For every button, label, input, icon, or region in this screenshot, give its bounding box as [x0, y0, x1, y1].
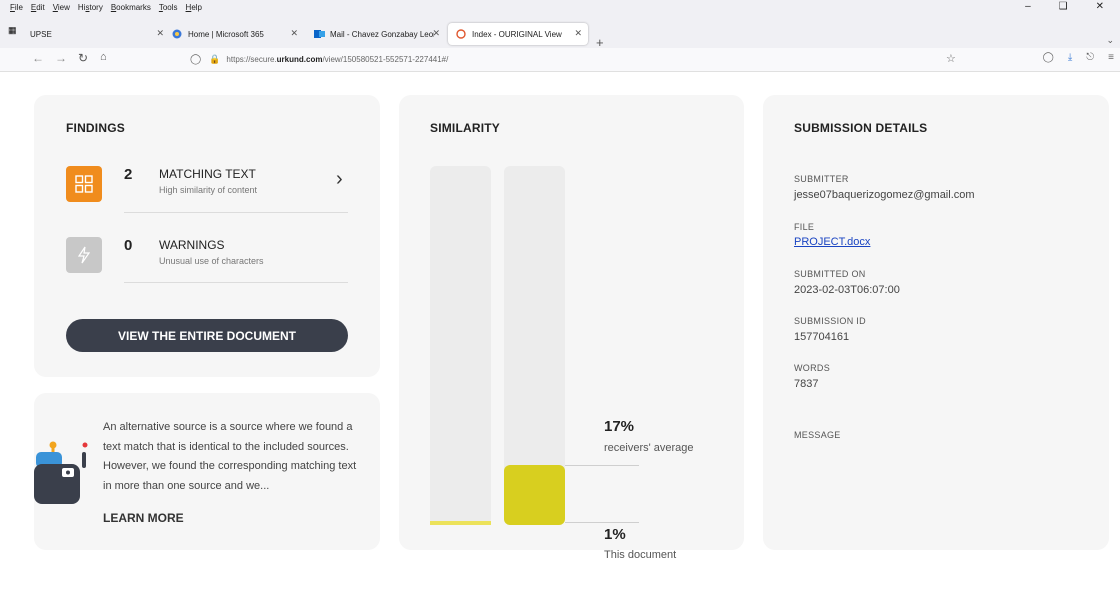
- submitter-value: jesse07baquerizogomez@gmail.com: [794, 189, 975, 201]
- matching-text-sub: High similarity of content: [159, 185, 258, 195]
- lightning-icon: [77, 246, 91, 264]
- navigation-bar: ← → ↻ ⌂ ◯ 🔒 https://secure.urkund.com/vi…: [0, 48, 1120, 72]
- tab-ouriginal[interactable]: Index - OURIGINAL View ✕: [448, 23, 588, 45]
- submitted-on-value: 2023-02-03T06:07:00: [794, 284, 900, 296]
- url-text: https://secure.urkund.com/view/150580521…: [226, 55, 449, 64]
- menu-history[interactable]: History: [78, 3, 103, 12]
- submitted-on-label: SUBMITTED ON: [794, 269, 866, 279]
- findings-divider: [124, 282, 348, 283]
- microsoft-365-icon: [172, 29, 182, 39]
- chevron-right-icon[interactable]: ›: [336, 168, 343, 191]
- receivers-average-value: 17%: [604, 418, 635, 435]
- receivers-average-label: receivers' average: [604, 442, 694, 454]
- list-tabs-icon[interactable]: ⌄: [1106, 35, 1114, 46]
- forward-icon[interactable]: →: [55, 51, 67, 65]
- menu-bar: File Edit View History Bookmarks Tools H…: [0, 0, 1120, 14]
- close-tab-icon[interactable]: ✕: [574, 28, 582, 39]
- findings-title: FINDINGS: [66, 121, 125, 135]
- menu-bookmarks[interactable]: Bookmarks: [111, 3, 151, 12]
- message-label: MESSAGE: [794, 430, 841, 440]
- file-label: FILE: [794, 222, 815, 232]
- tab-mail[interactable]: Mail - Chavez Gonzabay Leona ✕: [306, 23, 446, 45]
- submission-title: SUBMISSION DETAILS: [794, 121, 928, 135]
- menu-file[interactable]: File: [10, 3, 23, 12]
- this-document-value: 1%: [604, 526, 626, 543]
- this-document-label: This document: [604, 549, 677, 561]
- minimize-icon[interactable]: –: [1025, 1, 1031, 12]
- app-menu-icon[interactable]: ≡: [1108, 52, 1114, 63]
- tab-label: UPSE: [30, 29, 52, 39]
- submission-id-value: 157704161: [794, 331, 850, 343]
- warnings-count: 0: [124, 237, 133, 254]
- findings-divider: [124, 212, 348, 213]
- close-tab-icon[interactable]: ✕: [432, 28, 440, 39]
- this-document-bar-fill: [430, 521, 491, 525]
- alternative-source-text: An alternative source is a source where …: [103, 421, 357, 492]
- tab-microsoft-365[interactable]: Home | Microsoft 365 ✕: [164, 23, 304, 45]
- file-link[interactable]: PROJECT.docx: [794, 236, 870, 248]
- reload-icon[interactable]: ↻: [78, 51, 88, 65]
- download-icon[interactable]: ⤓: [1068, 52, 1072, 63]
- pocket-icon[interactable]: ◯: [1043, 52, 1054, 63]
- extensions-icon[interactable]: ⎋: [1086, 52, 1094, 63]
- this-document-bar-track: [430, 166, 491, 525]
- close-window-icon[interactable]: ✕: [1096, 1, 1104, 12]
- menu-help[interactable]: Help: [186, 3, 202, 12]
- windows-icon[interactable]: ▦: [8, 25, 18, 35]
- submitter-label: SUBMITTER: [794, 174, 849, 184]
- tab-label: Home | Microsoft 365: [188, 29, 264, 39]
- address-bar[interactable]: ◯ 🔒 https://secure.urkund.com/view/15058…: [190, 50, 970, 69]
- receivers-average-bar-fill: [504, 465, 565, 525]
- outlook-icon: [314, 29, 325, 39]
- menu-edit[interactable]: Edit: [31, 3, 45, 12]
- similarity-title: SIMILARITY: [430, 121, 500, 135]
- tab-label: Mail - Chavez Gonzabay Leona: [330, 29, 434, 39]
- grid-icon: [75, 175, 93, 193]
- submission-id-label: SUBMISSION ID: [794, 316, 866, 326]
- tab-bar: UPSE ✕ Home | Microsoft 365 ✕ Mail - Cha…: [0, 14, 1120, 50]
- matching-text-count: 2: [124, 166, 133, 183]
- receivers-average-bar-track: [504, 166, 565, 525]
- learn-more-link[interactable]: LEARN MORE: [103, 511, 184, 525]
- back-icon[interactable]: ←: [32, 51, 44, 65]
- tab-label: Index - OURIGINAL View: [472, 29, 562, 39]
- words-value: 7837: [794, 378, 819, 390]
- ouriginal-icon: [456, 29, 466, 39]
- warnings-icon-box: [66, 237, 102, 273]
- matching-text-icon-box: [66, 166, 102, 202]
- warnings-label: WARNINGS: [159, 238, 225, 252]
- warnings-sub: Unusual use of characters: [159, 256, 264, 266]
- menu-view[interactable]: View: [53, 3, 70, 12]
- this-document-line: [565, 522, 639, 523]
- view-entire-document-button[interactable]: VIEW THE ENTIRE DOCUMENT: [66, 319, 348, 352]
- matching-text-label[interactable]: MATCHING TEXT: [159, 167, 256, 181]
- maximize-icon[interactable]: ❑: [1059, 1, 1068, 12]
- words-label: WORDS: [794, 363, 830, 373]
- receivers-average-line: [565, 465, 639, 466]
- robot-icon: [34, 441, 88, 504]
- close-tab-icon[interactable]: ✕: [290, 28, 298, 39]
- tab-upse[interactable]: UPSE ✕: [22, 23, 170, 45]
- lock-icon[interactable]: 🔒: [209, 54, 220, 65]
- tracking-shield-icon[interactable]: ◯: [190, 54, 201, 65]
- menu-tools[interactable]: Tools: [159, 3, 178, 12]
- bookmark-star-icon[interactable]: ☆: [946, 52, 956, 65]
- home-icon[interactable]: ⌂: [100, 51, 107, 63]
- close-tab-icon[interactable]: ✕: [156, 28, 164, 39]
